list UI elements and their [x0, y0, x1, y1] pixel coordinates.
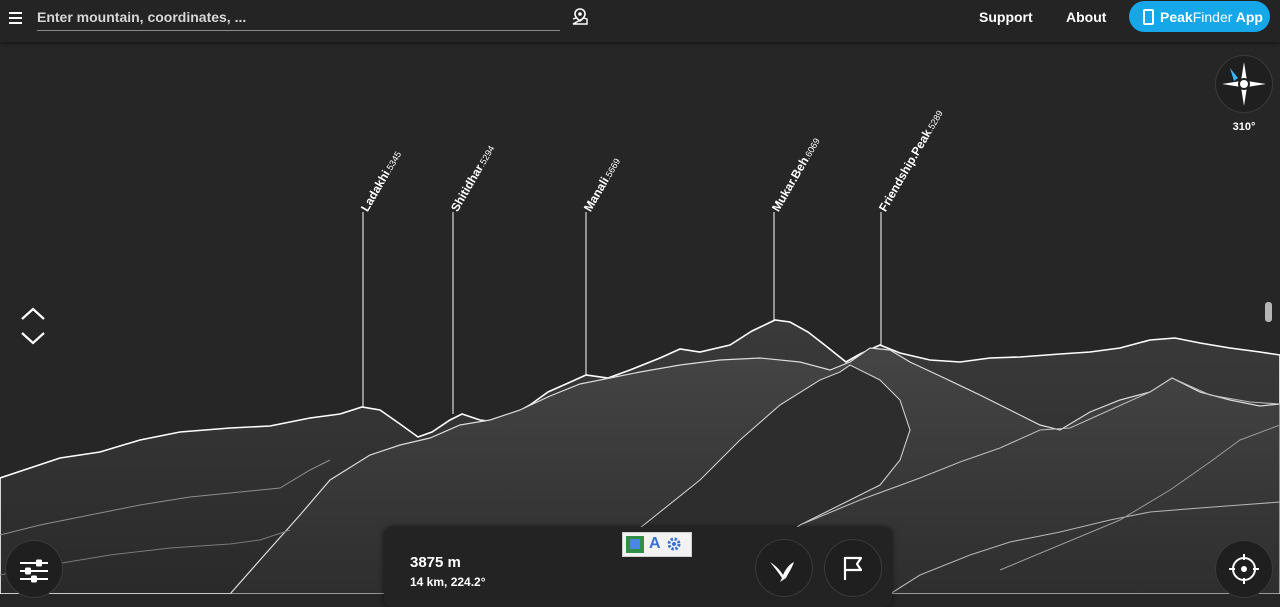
text-a-icon: A — [649, 535, 661, 552]
crosshair-icon — [1229, 554, 1259, 584]
compass-heading: 310° — [1232, 121, 1256, 133]
panorama-view[interactable] — [0, 0, 1280, 594]
flag-button[interactable] — [825, 540, 881, 596]
map-pin-icon[interactable] — [571, 8, 589, 26]
bird-button[interactable] — [756, 540, 812, 596]
altitude-value: 3875 m — [410, 554, 461, 571]
nav-about[interactable]: About — [1066, 9, 1106, 25]
translate-extension-widget[interactable]: A — [622, 532, 692, 557]
distance-bearing: 14 km, 224.2° — [410, 575, 486, 589]
compass-icon — [1222, 62, 1266, 106]
phone-icon — [1143, 9, 1154, 25]
sliders-icon — [20, 559, 48, 583]
top-bar: Support About PeakFinder App — [0, 0, 1280, 42]
search-input[interactable] — [37, 5, 560, 29]
compass-button[interactable] — [1216, 56, 1272, 112]
chevron-up-down-icon[interactable] — [20, 305, 46, 347]
gear-icon — [667, 537, 681, 551]
bird-icon — [770, 562, 794, 582]
scrollbar-thumb[interactable] — [1265, 302, 1272, 322]
peakfinder-app-button[interactable]: PeakFinder App — [1129, 1, 1270, 32]
locate-button[interactable] — [1216, 541, 1272, 597]
settings-button[interactable] — [6, 541, 62, 597]
menu-icon[interactable] — [9, 9, 23, 31]
app-button-label: PeakFinder App — [1160, 9, 1263, 25]
translate-icon — [626, 536, 644, 553]
nav-support[interactable]: Support — [979, 9, 1033, 25]
flag-icon — [843, 556, 863, 580]
search-box — [37, 5, 560, 31]
